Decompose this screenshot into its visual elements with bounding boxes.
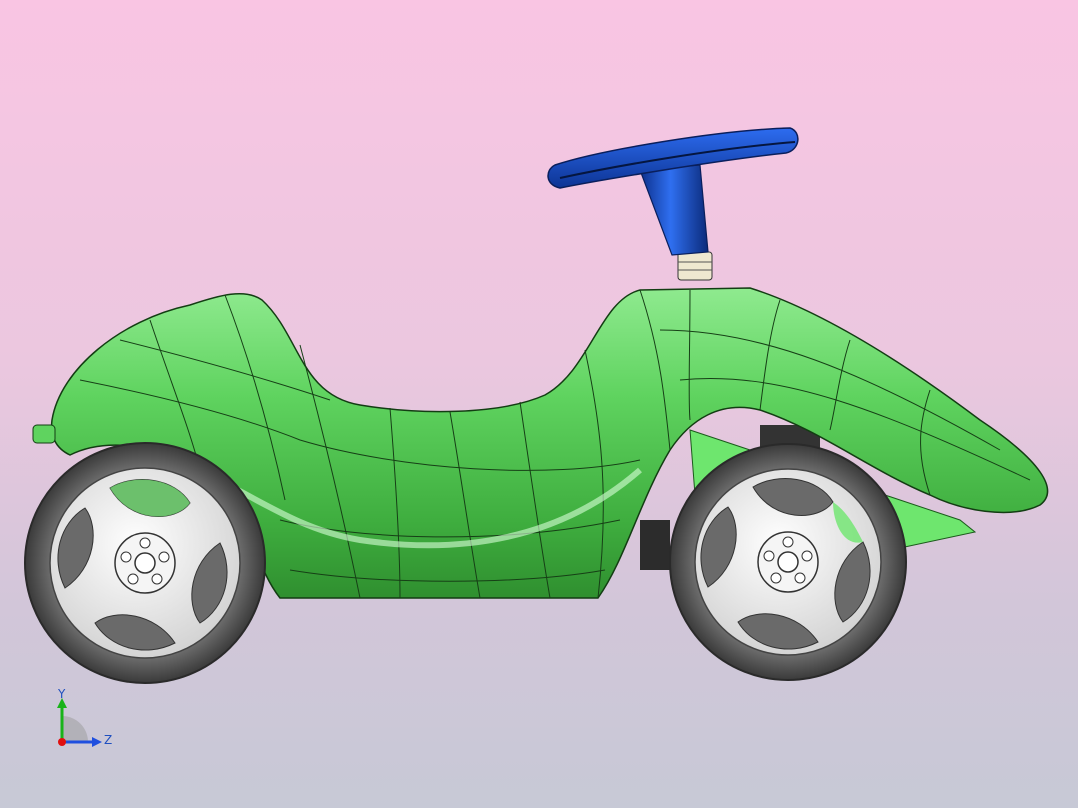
orientation-triad[interactable]: Y Z [48, 686, 118, 756]
y-axis-label: Y [57, 687, 66, 701]
z-axis-label: Z [104, 733, 112, 747]
z-axis-arrowhead [92, 737, 102, 747]
ride-on-car-model[interactable] [0, 0, 1078, 808]
front-wheel[interactable] [669, 443, 907, 681]
cad-viewport[interactable]: Y Z [0, 0, 1078, 808]
rear-wheel[interactable] [24, 442, 266, 684]
x-axis-dot [58, 738, 66, 746]
steering-assembly[interactable] [547, 127, 799, 281]
triad-plane-indicator [62, 716, 88, 742]
